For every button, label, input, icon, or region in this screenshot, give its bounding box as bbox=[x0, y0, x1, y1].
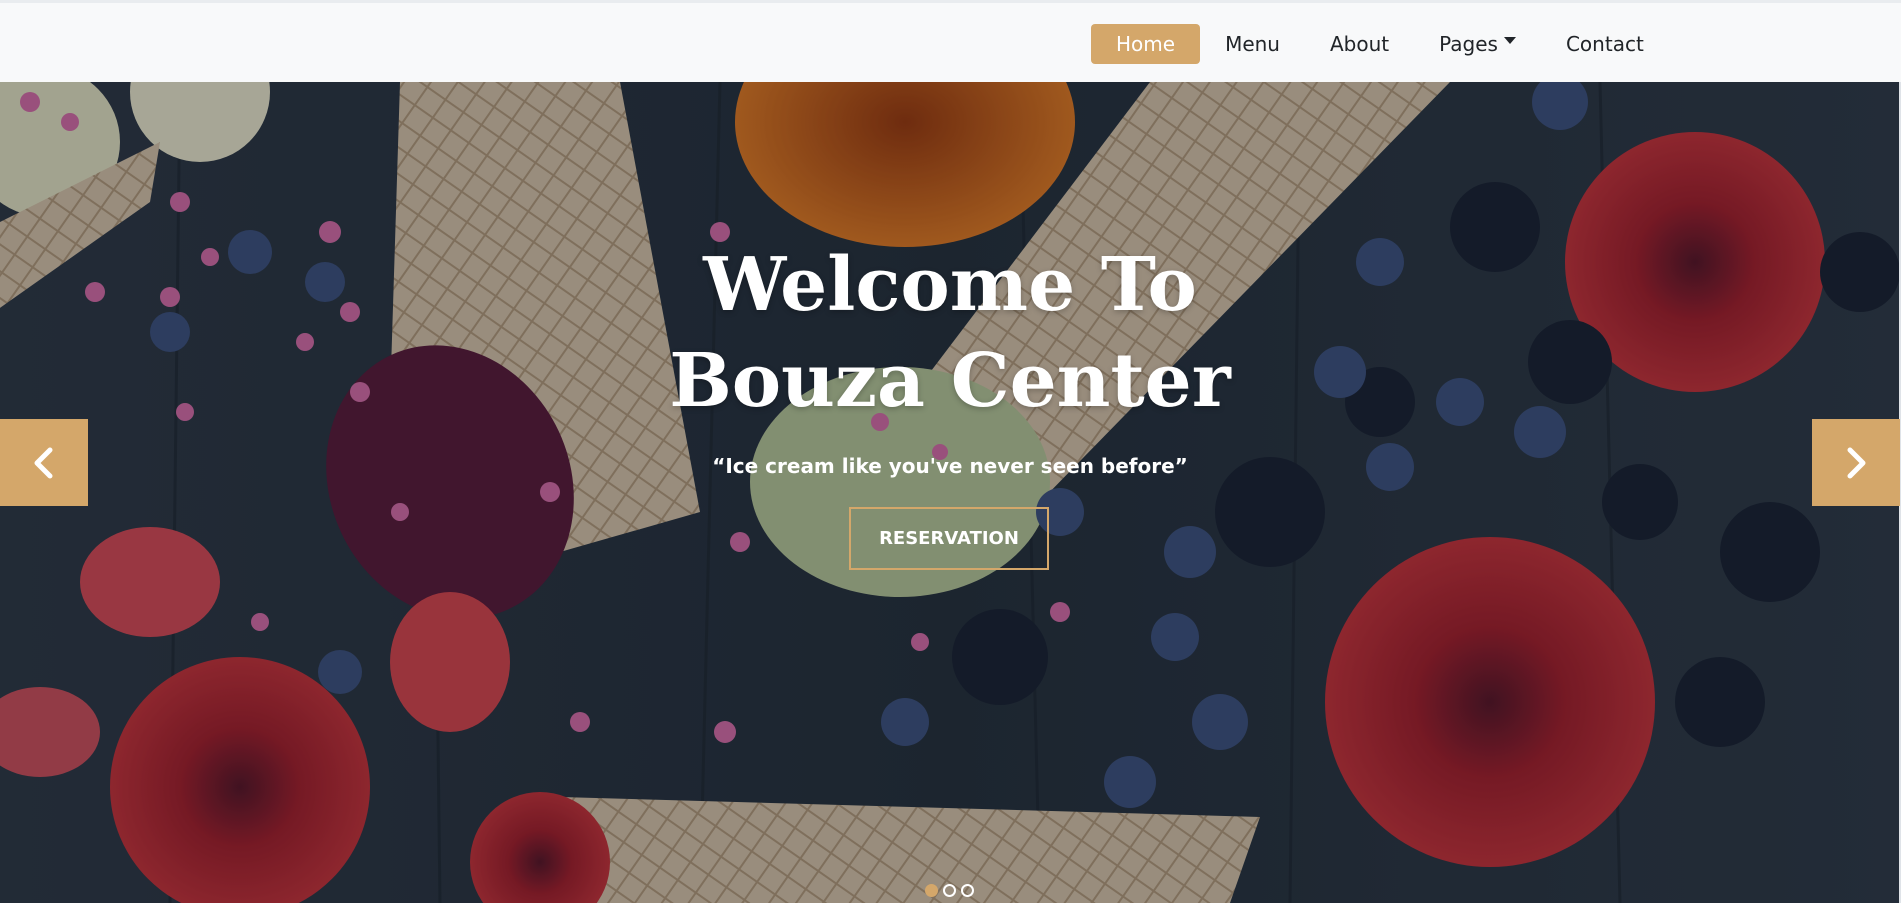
chevron-right-icon bbox=[1847, 447, 1866, 478]
nav-item-contact[interactable]: Contact bbox=[1541, 24, 1669, 64]
nav-link-about[interactable]: About bbox=[1305, 24, 1414, 64]
nav-menu: Home Menu About Pages Contact bbox=[1091, 23, 1669, 65]
nav-link-contact[interactable]: Contact bbox=[1541, 24, 1669, 64]
reservation-button[interactable]: RESERVATION bbox=[849, 507, 1049, 570]
hero-title-line2: Bouza Center bbox=[669, 338, 1231, 424]
hero-title-line1: Welcome To bbox=[703, 242, 1197, 328]
nav-item-about[interactable]: About bbox=[1305, 24, 1414, 64]
nav-item-pages[interactable]: Pages bbox=[1414, 24, 1541, 64]
nav-link-menu[interactable]: Menu bbox=[1200, 24, 1305, 64]
nav-link-pages-label: Pages bbox=[1439, 32, 1498, 56]
chevron-left-icon bbox=[34, 447, 53, 478]
hero-carousel: Welcome To Bouza Center “Ice cream like … bbox=[0, 82, 1901, 903]
nav-link-pages[interactable]: Pages bbox=[1414, 24, 1541, 64]
carousel-indicators bbox=[925, 884, 974, 897]
navbar: Home Menu About Pages Contact bbox=[0, 0, 1901, 82]
nav-link-home[interactable]: Home bbox=[1091, 24, 1201, 64]
nav-item-home[interactable]: Home bbox=[1091, 24, 1201, 64]
carousel-next-button[interactable] bbox=[1812, 419, 1900, 506]
carousel-prev-button[interactable] bbox=[0, 419, 88, 506]
caret-down-icon bbox=[1503, 36, 1516, 44]
carousel-indicator-3[interactable] bbox=[961, 884, 974, 897]
nav-item-menu[interactable]: Menu bbox=[1200, 24, 1305, 64]
carousel-indicator-2[interactable] bbox=[943, 884, 956, 897]
hero-tagline: “Ice cream like you've never seen before… bbox=[712, 454, 1188, 478]
carousel-indicator-1[interactable] bbox=[925, 884, 938, 897]
hero-title: Welcome To Bouza Center bbox=[620, 237, 1280, 429]
hero-background-image bbox=[0, 82, 1901, 903]
